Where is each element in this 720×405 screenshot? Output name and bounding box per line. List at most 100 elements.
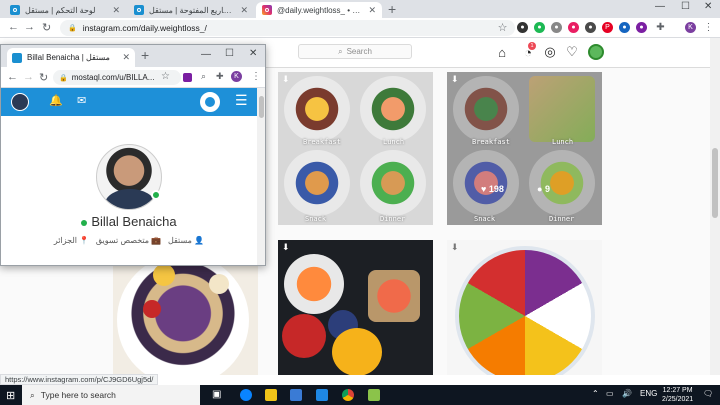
download-icon[interactable]: ⬇	[282, 242, 290, 253]
network-icon[interactable]: ▭	[606, 389, 614, 398]
user-avatar[interactable]	[588, 44, 604, 60]
new-tab-button[interactable]: +	[388, 1, 396, 17]
forward-button[interactable]: →	[23, 71, 34, 83]
taskbar-search[interactable]: ⌕ Type here to search	[22, 385, 200, 405]
meta-location: الجزائر	[53, 236, 77, 245]
puzzle-icon[interactable]: ✚	[216, 71, 224, 82]
language-indicator[interactable]: ENG	[640, 389, 657, 398]
popup-tab-strip: Billal Benaicha | مستقل ✕ + — ☐ ✕	[1, 45, 265, 67]
popup-scrollbar[interactable]	[257, 88, 265, 265]
profile-name: Billal Benaicha	[1, 214, 257, 229]
heart-icon[interactable]: ♡	[565, 44, 579, 59]
close-icon[interactable]: ✕	[122, 52, 130, 63]
maximize-button[interactable]: ☐	[225, 48, 234, 59]
close-icon[interactable]: ✕	[112, 5, 120, 16]
store-icon[interactable]	[290, 389, 302, 401]
menu-icon[interactable]: ⋮	[251, 71, 261, 82]
scrollbar-thumb[interactable]	[259, 96, 264, 118]
app-icon[interactable]	[368, 389, 380, 401]
mostaql-logo-icon[interactable]	[200, 92, 220, 112]
page-scrollbar[interactable]	[710, 38, 720, 375]
food-plate	[453, 150, 519, 216]
status-url: https://www.instagram.com/p/CJ9GD6Ugj5d/	[5, 375, 154, 384]
minimize-button[interactable]: —	[655, 1, 665, 12]
browser-toolbar: ← → ↻ 🔒 instagram.com/daily.weightloss_/…	[0, 18, 720, 38]
meal-label: Snack	[305, 215, 327, 223]
scrollbar-thumb[interactable]	[712, 148, 718, 218]
edge-icon[interactable]	[240, 389, 252, 401]
tab-instagram[interactable]: @daily.weightloss_ • Instagram ... ✕	[256, 2, 382, 18]
meal-label: Lunch	[383, 138, 405, 146]
notification-center-icon[interactable]: 🗨	[703, 389, 713, 398]
extension-icon[interactable]: ●	[585, 22, 596, 33]
mostaql-navbar: 🔔 ✉ ☰	[1, 88, 257, 116]
search-icon: ⌕	[30, 389, 35, 400]
close-window-button[interactable]: ✕	[249, 48, 257, 59]
close-icon[interactable]: ✕	[368, 5, 376, 16]
clock[interactable]: 12:27 PM 2/25/2021	[662, 386, 693, 404]
profile-avatar[interactable]: K	[685, 22, 696, 33]
meal-label: Snack	[474, 215, 496, 223]
user-avatar[interactable]	[11, 93, 29, 111]
star-icon[interactable]: ☆	[161, 71, 170, 82]
user-icon: 👤	[194, 236, 205, 245]
search-icon[interactable]: ⌕	[201, 71, 206, 82]
extension-icon[interactable]	[183, 73, 192, 82]
new-tab-button[interactable]: +	[141, 47, 149, 63]
pinterest-icon[interactable]: P	[602, 22, 613, 33]
profile-avatar[interactable]: K	[231, 71, 242, 82]
post-meal-grid-2[interactable]: Breakfast Lunch Snack Dinner ♥ 198 ● 9 ⬇	[447, 72, 602, 225]
file-explorer-icon[interactable]	[265, 389, 277, 401]
tray-chevron-icon[interactable]: ⌃	[592, 389, 599, 398]
download-icon[interactable]: ⬇	[282, 74, 290, 85]
extension-icon[interactable]: ●	[619, 22, 630, 33]
profile-name-text: Billal Benaicha	[91, 214, 177, 229]
reload-button[interactable]: ↻	[42, 21, 51, 34]
search-input[interactable]: ⌕ Search	[298, 44, 412, 59]
reload-button[interactable]: ↻	[39, 71, 48, 84]
minimize-button[interactable]: —	[201, 49, 211, 60]
extension-icon[interactable]: ●	[517, 22, 528, 33]
meal-label: Breakfast	[303, 138, 341, 146]
back-button[interactable]: ←	[7, 71, 18, 83]
hamburger-menu-icon[interactable]: ☰	[235, 92, 248, 109]
puzzle-icon[interactable]: ✚	[655, 22, 666, 33]
star-icon[interactable]: ☆	[497, 22, 508, 34]
extension-icon[interactable]: ●	[636, 22, 647, 33]
extension-icon[interactable]: ●	[551, 22, 562, 33]
url-text: instagram.com/daily.weightloss_/	[82, 23, 207, 33]
extension-icon[interactable]: ●	[568, 22, 579, 33]
download-icon[interactable]: ⬇	[451, 74, 459, 85]
post-rainbow-salad[interactable]: ⬇	[447, 240, 602, 375]
chrome-icon[interactable]	[342, 389, 354, 401]
meta-specialty: متخصص تسويق	[95, 236, 150, 245]
tab-dashboard[interactable]: لوحة التحكم | مستقل ✕	[4, 2, 126, 18]
extension-icon[interactable]: ●	[534, 22, 545, 33]
windows-start-icon[interactable]: ⊞	[6, 389, 15, 402]
mail-app-icon[interactable]	[316, 389, 328, 401]
meal-label: Dinner	[549, 215, 575, 223]
task-view-icon[interactable]: ▣	[212, 389, 221, 400]
mail-icon[interactable]: ✉	[77, 94, 86, 107]
post-meal-grid-1[interactable]: Breakfast Lunch Snack Dinner ⬇	[278, 72, 433, 225]
close-window-button[interactable]: ✕	[704, 1, 712, 12]
tab-open-projects[interactable]: المشاريع المفتوحة | مستقل ✕	[128, 2, 254, 18]
volume-icon[interactable]: 🔊	[622, 389, 632, 398]
comments-count: ● 9	[537, 184, 550, 194]
back-button[interactable]: ←	[8, 21, 19, 33]
popup-tab[interactable]: Billal Benaicha | مستقل ✕	[7, 48, 135, 67]
address-bar[interactable]: 🔒 instagram.com/daily.weightloss_/	[60, 20, 515, 36]
post-breakfast-plate[interactable]: ⬇	[278, 240, 433, 375]
maximize-button[interactable]: ☐	[681, 1, 690, 12]
forward-button[interactable]: →	[24, 21, 35, 33]
bell-icon[interactable]: 🔔	[49, 94, 63, 107]
profile-photo[interactable]	[96, 144, 162, 210]
online-icon	[81, 219, 88, 226]
close-icon[interactable]: ✕	[240, 5, 248, 16]
tab-title: Billal Benaicha | مستقل	[27, 53, 110, 62]
home-icon[interactable]: ⌂	[495, 45, 509, 60]
menu-icon[interactable]: ⋮	[703, 22, 714, 33]
download-icon[interactable]: ⬇	[451, 242, 459, 253]
explore-icon[interactable]: ◎	[543, 44, 557, 59]
browser-tab-strip: لوحة التحكم | مستقل ✕ المشاريع المفتوحة …	[0, 0, 720, 18]
